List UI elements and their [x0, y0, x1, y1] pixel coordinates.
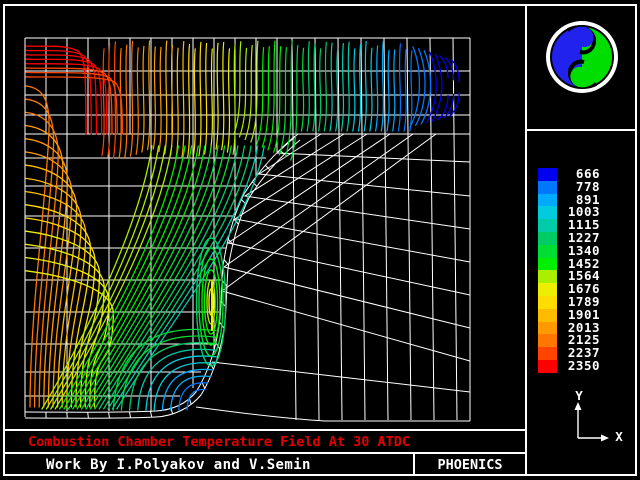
credits-text: Work By I.Polyakov and V.Semin — [46, 457, 311, 474]
frame-left — [3, 4, 5, 476]
y-axis-label: Y — [570, 388, 588, 403]
legend-swatch — [538, 168, 557, 181]
legend-swatch — [538, 283, 557, 296]
legend-swatch — [538, 232, 557, 245]
axis-indicator-icon — [575, 402, 610, 442]
color-legend: 6667788911003111512271340145215641676178… — [538, 168, 600, 373]
sidebar-divider — [525, 4, 527, 476]
legend-swatch — [538, 270, 557, 283]
legend-swatch — [538, 360, 557, 373]
legend-swatch — [538, 245, 557, 258]
brand-cell-divider — [413, 452, 415, 476]
legend-swatch — [538, 334, 557, 347]
legend-swatch — [538, 347, 557, 360]
frame-bottom — [3, 474, 637, 476]
legend-swatch — [538, 258, 557, 271]
phoenics-logo-icon — [546, 21, 618, 93]
legend-value: 2350 — [557, 360, 600, 373]
computational-mesh — [25, 38, 470, 421]
plot-title: Combustion Chamber Temperature Field At … — [28, 433, 410, 451]
frame-top — [3, 4, 637, 6]
legend-swatch — [538, 206, 557, 219]
legend-swatch — [538, 322, 557, 335]
legend-swatch — [538, 309, 557, 322]
legend-row: 2350 — [538, 360, 600, 373]
phoenics-screen: Combustion Chamber Temperature Field At … — [0, 0, 640, 480]
phoenics-brand-label: PHOENICS — [417, 457, 523, 474]
title-bar-bottom-line — [3, 452, 527, 454]
frame-right — [635, 4, 637, 476]
legend-swatch — [538, 181, 557, 194]
temperature-contours — [26, 41, 459, 410]
legend-swatch — [538, 296, 557, 309]
title-bar-top-line — [3, 429, 527, 431]
legend-swatch — [538, 194, 557, 207]
legend-swatch — [538, 219, 557, 232]
x-axis-label: X — [610, 429, 628, 444]
logo-box-divider — [525, 129, 637, 131]
